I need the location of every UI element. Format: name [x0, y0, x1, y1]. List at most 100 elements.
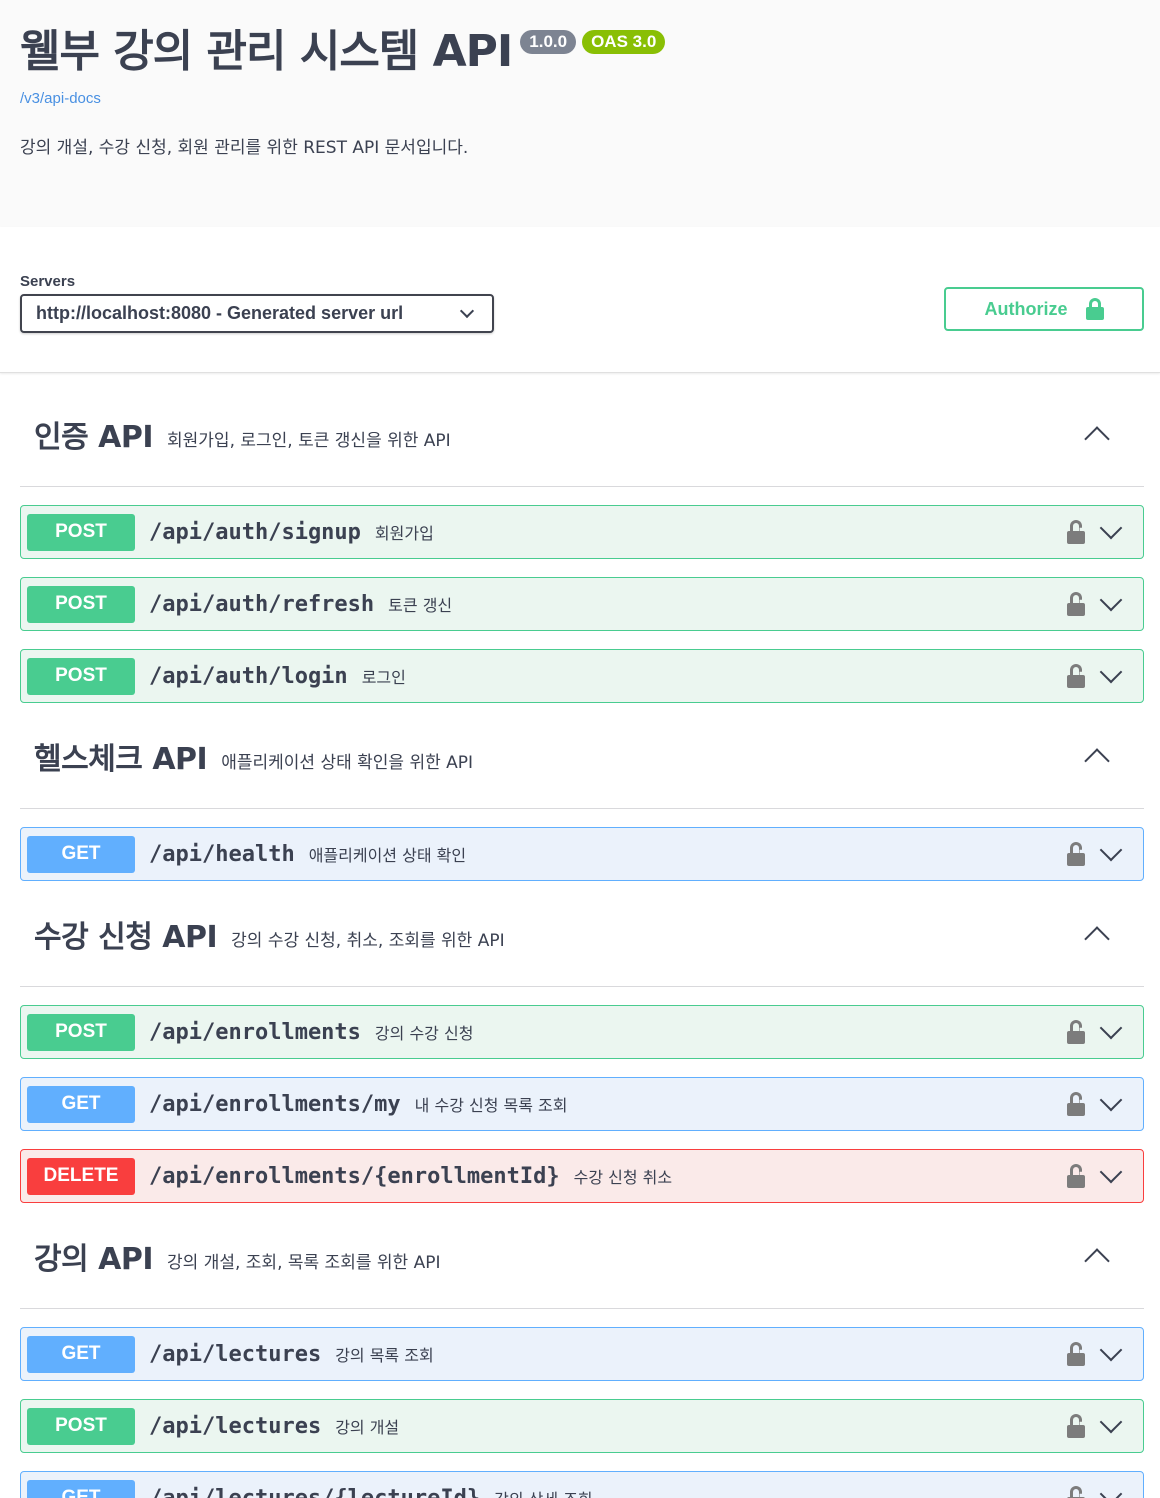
unlock-icon[interactable] — [1067, 520, 1085, 544]
operation-summary: 애플리케이션 상태 확인 — [308, 846, 467, 865]
unlock-icon[interactable] — [1067, 592, 1085, 616]
api-docs-link[interactable]: /v3/api-docs — [20, 90, 1140, 107]
chevron-up-icon[interactable] — [1084, 1248, 1110, 1274]
operation-summary: 수강 신청 취소 — [573, 1168, 673, 1187]
tag-description: 애플리케이션 상태 확인을 위한 API — [221, 753, 474, 773]
operation-summary: 회원가입 — [374, 524, 434, 543]
operation-path: /api/auth/signup — [149, 519, 361, 545]
tag-description: 강의 수강 신청, 취소, 조회를 위한 API — [231, 931, 505, 951]
operation-icons — [1067, 1078, 1127, 1130]
servers-selected-value: http://localhost:8080 - Generated server… — [36, 303, 404, 323]
operation-post[interactable]: POST/api/auth/login 로그인 — [20, 649, 1144, 703]
unlock-icon[interactable] — [1067, 1092, 1085, 1116]
tag-name: 강의 API — [34, 1242, 154, 1277]
operation-path: /api/lectures/{lectureId} — [149, 1485, 481, 1498]
tag-header[interactable]: 인증 API 회원가입, 로그인, 토큰 갱신을 위한 API — [20, 373, 1144, 487]
chevron-down-icon[interactable] — [1099, 838, 1123, 862]
tag-description: 회원가입, 로그인, 토큰 갱신을 위한 API — [167, 431, 451, 451]
chevron-down-icon[interactable] — [1099, 1016, 1123, 1040]
operation-icons — [1067, 506, 1127, 558]
method-badge: POST — [27, 657, 135, 695]
operation-icons — [1067, 1328, 1127, 1380]
tag-section: 인증 API 회원가입, 로그인, 토큰 갱신을 위한 API POST/api/a… — [20, 373, 1144, 703]
unlock-icon[interactable] — [1067, 664, 1085, 688]
operation-get[interactable]: GET/api/lectures 강의 목록 조회 — [20, 1327, 1144, 1381]
chevron-down-icon[interactable] — [1099, 660, 1123, 684]
operation-path: /api/lectures — [149, 1413, 322, 1439]
api-info: 웰부 강의 관리 시스템 API 1.0.0 OAS 3.0 /v3/api-d… — [0, 0, 1160, 227]
tag-description: 강의 개설, 조회, 목록 조회를 위한 API — [167, 1253, 441, 1273]
operation-summary: 토큰 갱신 — [388, 596, 453, 615]
chevron-down-icon[interactable] — [1099, 1482, 1123, 1498]
unlock-icon[interactable] — [1067, 1020, 1085, 1044]
tag-name: 수강 신청 API — [34, 920, 218, 955]
operation-path: /api/enrollments — [149, 1019, 361, 1045]
servers-select[interactable]: http://localhost:8080 - Generated server… — [20, 294, 494, 333]
version-badge: 1.0.0 — [520, 30, 577, 54]
operation-summary: 내 수강 신청 목록 조회 — [414, 1096, 568, 1115]
tag-header[interactable]: 강의 API 강의 개설, 조회, 목록 조회를 위한 API — [20, 1203, 1144, 1309]
unlock-icon[interactable] — [1067, 1486, 1085, 1498]
tag-header[interactable]: 수강 신청 API 강의 수강 신청, 취소, 조회를 위한 API — [20, 881, 1144, 987]
chevron-up-icon[interactable] — [1084, 426, 1110, 452]
chevron-up-icon[interactable] — [1084, 748, 1110, 774]
operation-summary: 강의 목록 조회 — [335, 1346, 434, 1365]
operation-path: /api/health — [149, 841, 295, 867]
operation-post[interactable]: POST/api/auth/signup 회원가입 — [20, 505, 1144, 559]
operation-icons — [1067, 578, 1127, 630]
operation-post[interactable]: POST/api/auth/refresh 토큰 갱신 — [20, 577, 1144, 631]
unlock-icon[interactable] — [1067, 842, 1085, 866]
method-badge: POST — [27, 1407, 135, 1445]
method-badge: GET — [27, 1335, 135, 1373]
operation-get[interactable]: GET/api/health 애플리케이션 상태 확인 — [20, 827, 1144, 881]
operation-get[interactable]: GET/api/enrollments/my 내 수강 신청 목록 조회 — [20, 1077, 1144, 1131]
chevron-down-icon — [459, 303, 475, 319]
chevron-down-icon[interactable] — [1099, 1088, 1123, 1112]
operation-icons — [1067, 828, 1127, 880]
authorize-label: Authorize — [984, 298, 1068, 319]
page-title: 웰부 강의 관리 시스템 API — [20, 26, 513, 77]
authorize-button[interactable]: Authorize — [944, 287, 1144, 331]
operation-icons — [1067, 1006, 1127, 1058]
operation-summary: 강의 상세 조회 — [494, 1486, 593, 1498]
tag-section: 수강 신청 API 강의 수강 신청, 취소, 조회를 위한 API POST/ap… — [20, 881, 1144, 1203]
operation-icons — [1067, 1150, 1127, 1202]
operation-post[interactable]: POST/api/lectures 강의 개설 — [20, 1399, 1144, 1453]
title-row: 웰부 강의 관리 시스템 API 1.0.0 OAS 3.0 — [20, 24, 1140, 80]
operation-post[interactable]: POST/api/enrollments 강의 수강 신청 — [20, 1005, 1144, 1059]
tag-header[interactable]: 헬스체크 API 애플리케이션 상태 확인을 위한 API — [20, 703, 1144, 809]
method-badge: GET — [27, 1479, 135, 1498]
chevron-down-icon[interactable] — [1099, 1160, 1123, 1184]
operation-path: /api/auth/refresh — [149, 591, 375, 617]
operation-delete[interactable]: DELETE/api/enrollments/{enrollmentId} 수강 … — [20, 1149, 1144, 1203]
method-badge: POST — [27, 513, 135, 551]
operation-icons — [1067, 650, 1127, 702]
tag-section: 헬스체크 API 애플리케이션 상태 확인을 위한 API GET/api/heal… — [20, 703, 1144, 881]
chevron-down-icon[interactable] — [1099, 1338, 1123, 1362]
chevron-up-icon[interactable] — [1084, 926, 1110, 952]
chevron-down-icon[interactable] — [1099, 516, 1123, 540]
operation-path: /api/enrollments/my — [149, 1091, 401, 1117]
method-badge: POST — [27, 1013, 135, 1051]
chevron-down-icon[interactable] — [1099, 588, 1123, 612]
oas-badge: OAS 3.0 — [582, 30, 666, 54]
tag-list: 인증 API 회원가입, 로그인, 토큰 갱신을 위한 API POST/api/a… — [0, 373, 1160, 1498]
unlock-icon[interactable] — [1067, 1414, 1085, 1438]
operation-summary: 강의 수강 신청 — [374, 1024, 474, 1043]
operation-path: /api/enrollments/{enrollmentId} — [149, 1163, 560, 1189]
operation-summary: 강의 개설 — [335, 1418, 400, 1437]
tag-section: 강의 API 강의 개설, 조회, 목록 조회를 위한 API GET/api/le… — [20, 1203, 1144, 1498]
method-badge: GET — [27, 835, 135, 873]
scheme-container: Servers http://localhost:8080 - Generate… — [0, 227, 1160, 373]
unlock-icon[interactable] — [1067, 1342, 1085, 1366]
lock-icon — [1085, 298, 1104, 320]
method-badge: GET — [27, 1085, 135, 1123]
operation-get[interactable]: GET/api/lectures/{lectureId} 강의 상세 조회 — [20, 1471, 1144, 1498]
chevron-down-icon[interactable] — [1099, 1410, 1123, 1434]
api-description: 강의 개설, 수강 신청, 회원 관리를 위한 REST API 문서입니다. — [20, 138, 469, 158]
unlock-icon[interactable] — [1067, 1164, 1085, 1188]
operation-path: /api/lectures — [149, 1341, 322, 1367]
method-badge: POST — [27, 585, 135, 623]
operation-summary: 로그인 — [361, 668, 406, 687]
tag-name: 헬스체크 API — [34, 742, 208, 777]
